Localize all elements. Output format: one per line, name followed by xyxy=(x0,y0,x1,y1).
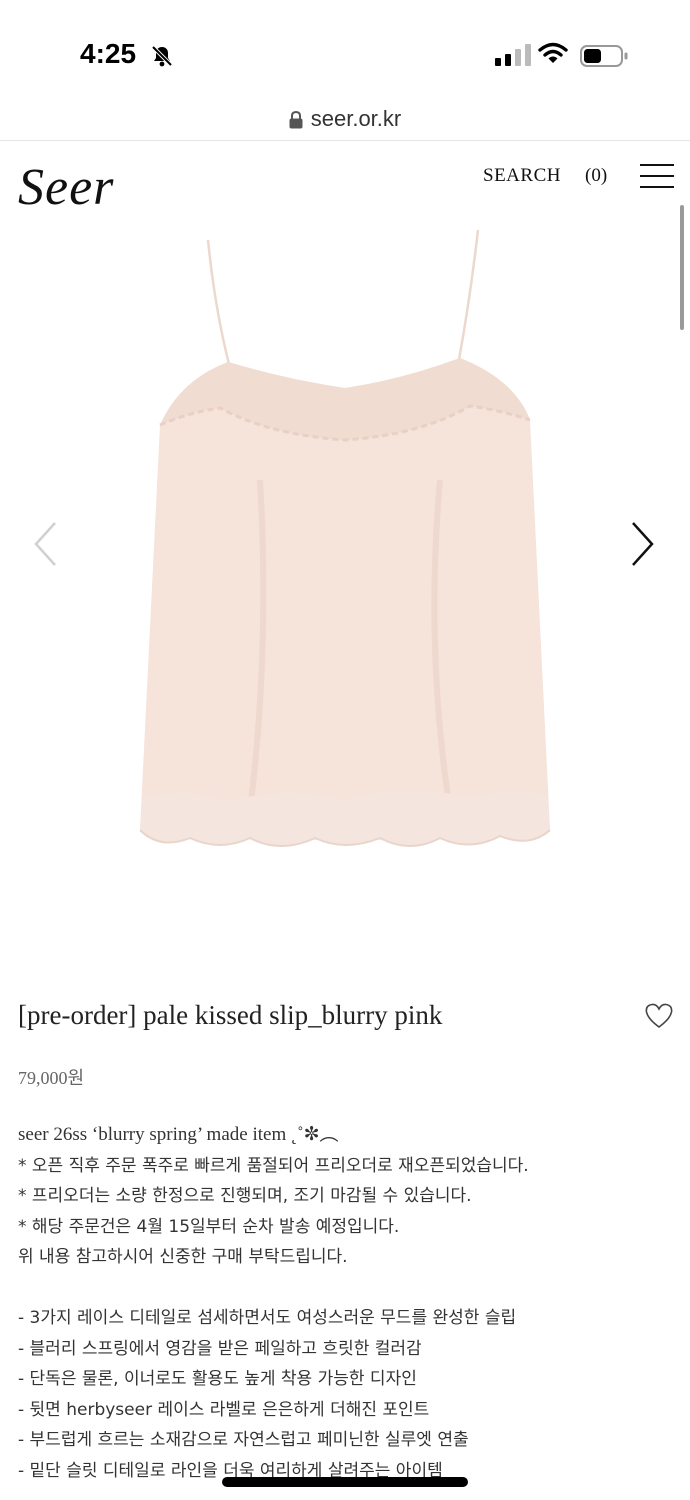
chevron-left-icon[interactable] xyxy=(30,520,60,572)
site-logo[interactable]: Seer xyxy=(18,158,114,217)
lock-icon xyxy=(289,109,303,135)
hamburger-menu-icon[interactable] xyxy=(640,164,674,188)
bell-slash-icon xyxy=(150,44,174,72)
browser-url-bar[interactable]: seer.or.kr xyxy=(0,100,690,141)
page-scrollbar[interactable] xyxy=(680,205,684,330)
cart-count-link[interactable]: (0) xyxy=(585,165,607,187)
chevron-right-icon[interactable] xyxy=(628,520,658,572)
url-text: seer.or.kr xyxy=(310,106,402,131)
battery-icon xyxy=(580,44,630,72)
description-line: - 블러리 스프링에서 영감을 받은 페일하고 흐릿한 컬러감 xyxy=(18,1338,422,1359)
wifi-icon xyxy=(538,42,568,70)
product-price: 79,000원 xyxy=(18,1068,85,1088)
description-line: - 단독은 물론, 이너로도 활용도 높게 착용 가능한 디자인 xyxy=(18,1369,417,1389)
description-line: - 3가지 레이스 디테일로 섬세하면서도 여성스러운 무드를 완성한 슬립 xyxy=(18,1308,517,1328)
product-image[interactable] xyxy=(120,229,570,860)
heart-icon[interactable] xyxy=(644,1002,674,1034)
description-line: * 오픈 직후 주문 폭주로 빠르게 품절되어 프리오더로 재오픈되었습니다. xyxy=(18,1155,529,1176)
cellular-signal-icon xyxy=(495,44,531,66)
search-link[interactable]: SEARCH xyxy=(483,165,561,187)
description-line: * 프리오더는 소량 한정으로 진행되며, 조기 마감될 수 있습니다. xyxy=(18,1186,472,1206)
description-line: * 해당 주문건은 4월 15일부터 순차 발송 예정입니다. xyxy=(18,1216,400,1237)
status-bar: 4:25 xyxy=(0,0,690,100)
product-title: [pre-order] pale kissed slip_blurry pink xyxy=(18,1000,443,1030)
status-time: 4:25 xyxy=(80,38,137,69)
description-line: 위 내용 참고하시어 신중한 구매 부탁드립니다. xyxy=(18,1247,348,1267)
description-line: - 부드럽게 흐르는 소재감으로 자연스럽고 페미닌한 실루엣 연출 xyxy=(18,1430,469,1450)
description-line: seer 26ss ‘blurry spring’ made item ˛˚✼︵ xyxy=(18,1124,339,1145)
product-description: seer 26ss ‘blurry spring’ made item ˛˚✼︵… xyxy=(18,1120,678,1486)
home-indicator[interactable] xyxy=(222,1477,468,1487)
description-line: - 뒷면 herbyseer 레이스 라벨로 은은하게 더해진 포인트 xyxy=(18,1399,430,1420)
